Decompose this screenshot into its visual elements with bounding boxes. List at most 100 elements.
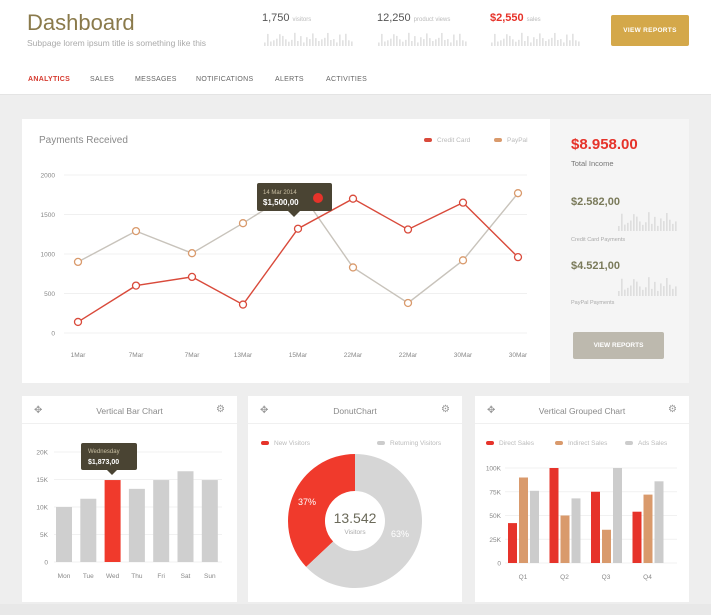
grouped-bar	[632, 511, 642, 563]
data-point	[187, 249, 197, 258]
sparkline-bar	[563, 42, 565, 46]
series-line	[77, 197, 519, 323]
data-point	[348, 263, 358, 272]
sparkline-bar	[560, 39, 562, 46]
sparkline-bar	[554, 32, 556, 46]
x-tick-label: Fri	[157, 573, 165, 580]
x-tick-label: 15Mar	[289, 352, 308, 359]
donut-chart-widget: ✥ DonutChart ⚙ New Visitors Returning Vi…	[248, 396, 462, 602]
sparkline-bar	[408, 32, 410, 46]
sparkline-bar	[312, 33, 314, 46]
tab-alerts[interactable]: ALERTS	[275, 76, 304, 83]
y-tick-label: 10K	[36, 505, 48, 512]
credit-card-sparkline	[618, 212, 677, 231]
stat-value: $2,550	[490, 12, 524, 24]
sparkline-bar	[429, 38, 431, 46]
sparkline-bar	[509, 35, 511, 46]
sparkline-bar	[660, 283, 662, 296]
x-tick-label: Wed	[106, 573, 120, 580]
view-reports-button[interactable]: VIEW REPORTS	[611, 15, 689, 46]
sparkline-bar	[642, 289, 644, 296]
sparkline-bar	[533, 37, 535, 46]
data-point	[293, 224, 303, 233]
slice-label-returning: 63%	[391, 529, 409, 539]
tab-notifications[interactable]: NOTIFICATIONS	[196, 76, 253, 83]
sparkline-bar	[459, 33, 461, 46]
x-tick-label: 1Mar	[71, 352, 87, 359]
sparkline-bar	[267, 33, 269, 46]
payments-line-chart: 0 500 1000 1500 2000 1Mar 7Mar 7Mar 13Mar 15Mar 22…	[41, 173, 529, 360]
sparkline-bar	[642, 224, 644, 231]
paypal-payments-value: $4.521,00	[571, 260, 620, 272]
grouped-bar	[602, 529, 611, 563]
grouped-bar	[571, 498, 581, 563]
grouped-bar-chart: 0 25K 50K 75K 100K Q1 Q2 Q3 Q4	[486, 466, 677, 581]
donut-chart: 37% 63% 13.542 Visitors	[288, 454, 422, 588]
sparkline-bar	[318, 41, 320, 46]
stat-visitors: 1,750 visitors	[262, 12, 311, 24]
bar	[104, 480, 121, 562]
tooltip-value: $1,500,00	[263, 198, 299, 207]
sparkline-bar	[666, 213, 668, 231]
grouped-chart-widget: ✥ Vertical Grouped Chart ⚙ Direct Sales …	[475, 396, 689, 602]
sparkline-bar	[663, 221, 665, 231]
sparkline-bar	[417, 42, 419, 46]
sparkline-bar	[432, 41, 434, 46]
data-point	[187, 272, 197, 282]
total-income-value: $8.958.00	[571, 136, 638, 153]
grouped-bar	[508, 523, 517, 563]
sparkline-bar	[405, 39, 407, 46]
tooltip-pointer	[107, 470, 117, 475]
data-point	[238, 300, 248, 309]
sparkline-bar	[494, 33, 496, 46]
y-tick-label: 15K	[36, 477, 48, 484]
x-tick-label: Q4	[643, 574, 652, 581]
vertical-bar-chart-widget: ✥ Vertical Bar Chart ⚙ 0 5K 10K 15K 20K Mon Tu…	[22, 396, 237, 602]
sparkline-bar	[645, 287, 647, 296]
tab-analytics[interactable]: ANALYTICS	[28, 76, 70, 83]
tooltip-day: Wednesday	[88, 449, 120, 455]
data-point	[403, 298, 413, 308]
y-tick-label: 1500	[41, 212, 56, 219]
sparkline-bar	[503, 38, 505, 46]
x-tick-label: Q3	[602, 574, 611, 581]
data-point	[403, 225, 413, 234]
sparkline-bar	[378, 42, 380, 46]
stat-product-views: 12,250 product views	[377, 12, 450, 24]
grouped-bar	[613, 468, 622, 563]
y-tick-label: 75K	[489, 489, 501, 496]
total-income-label: Total Income	[571, 159, 614, 168]
tab-sales[interactable]: SALES	[90, 76, 114, 83]
grouped-bar	[591, 491, 600, 563]
sparkline-bar	[636, 281, 638, 296]
sparkline-bar	[441, 32, 443, 46]
product-views-sparkline	[378, 32, 467, 46]
grouped-bar	[654, 481, 664, 563]
sparkline-bar	[648, 212, 650, 231]
sparkline-bar	[306, 37, 308, 46]
sparkline-bar	[633, 279, 635, 296]
sparkline-bar	[497, 41, 499, 46]
sparkline-bar	[330, 40, 332, 46]
sparkline-bar	[270, 41, 272, 46]
sparkline-bar	[651, 223, 653, 231]
side-view-reports-button[interactable]: VIEW REPORTS	[573, 332, 664, 359]
credit-card-payments-value: $2.582,00	[571, 196, 620, 208]
sparkline-bar	[645, 222, 647, 231]
x-tick-label: Thu	[131, 573, 143, 580]
sparkline-bar	[342, 40, 344, 46]
sparkline-bar	[423, 39, 425, 46]
page-subtitle: Subpage lorem ipsum title is something l…	[27, 38, 207, 48]
sparkline-bar	[420, 37, 422, 46]
bar	[177, 471, 194, 562]
sparkline-bar	[624, 289, 626, 296]
x-tick-label: 22Mar	[399, 352, 418, 359]
x-tick-label: 7Mar	[185, 352, 201, 359]
tab-messages[interactable]: MESSAGES	[135, 76, 177, 83]
data-point	[131, 281, 141, 290]
paypal-sparkline	[618, 277, 677, 296]
sparkline-bar	[618, 291, 620, 296]
tab-activities[interactable]: ACTIVITIES	[326, 76, 367, 83]
sparkline-bar	[527, 36, 529, 46]
sparkline-bar	[636, 216, 638, 231]
